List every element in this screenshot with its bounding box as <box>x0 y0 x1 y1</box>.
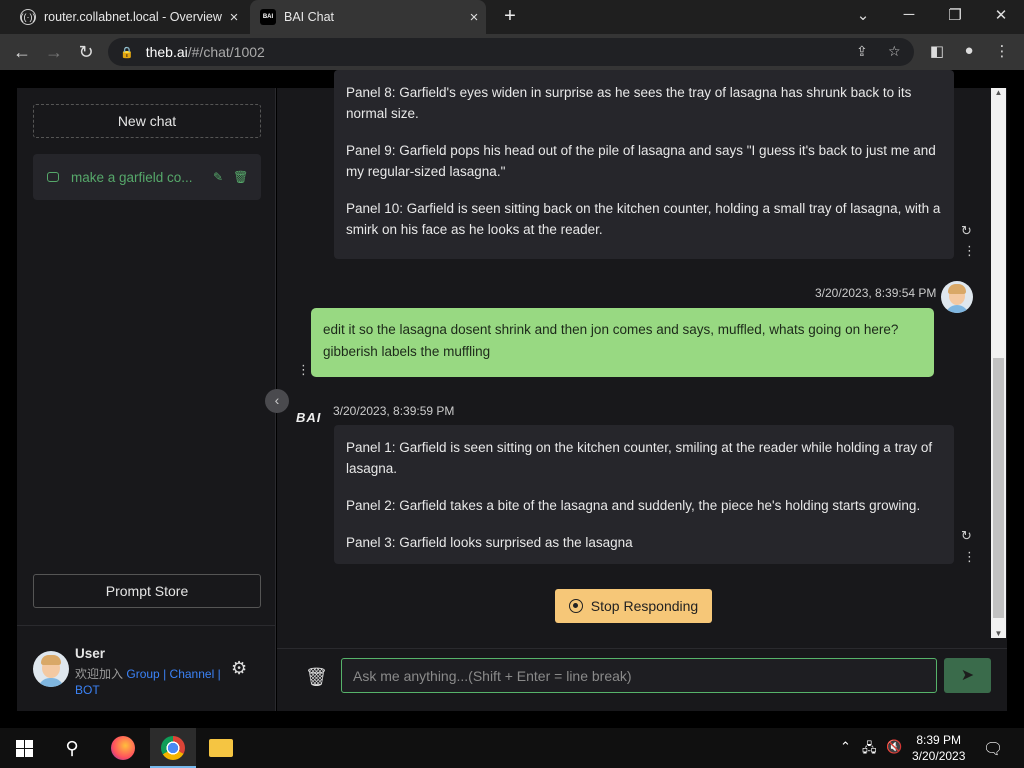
group-link[interactable]: Group <box>126 667 159 681</box>
clock-time: 8:39 PM <box>916 733 962 747</box>
send-button[interactable]: ➤ <box>944 658 991 693</box>
menu-kebab-icon[interactable]: ⋮ <box>992 42 1012 60</box>
page-viewport: New chat make a garfield co... ✎ 🗑 Promp… <box>0 70 1024 728</box>
bot-link[interactable]: BOT <box>75 683 100 697</box>
tab-search-dropdown-icon[interactable]: ⌄ <box>851 6 875 24</box>
chat-area: Panel 8: Garfield's eyes widen in surpri… <box>277 70 1007 711</box>
stop-circle-icon <box>568 599 583 613</box>
prompt-store-button[interactable]: Prompt Store <box>33 574 261 608</box>
delete-icon[interactable]: 🗑 <box>233 170 248 184</box>
scroll-down-icon[interactable]: ▼ <box>991 629 1006 638</box>
sidebar: New chat make a garfield co... ✎ 🗑 Promp… <box>17 88 276 711</box>
join-links: 欢迎加入 Group | Channel | BOT <box>75 667 221 697</box>
url-host: theb.ai <box>145 44 188 60</box>
tab-router-overview[interactable]: ((·)) router.collabnet.local - Overview … <box>8 0 246 34</box>
channel-link[interactable]: Channel <box>170 667 215 681</box>
assistant-message: Panel 1: Garfield is seen sitting on the… <box>334 425 954 564</box>
message-timestamp: 3/20/2023, 8:39:59 PM <box>333 404 455 418</box>
url-path: /#/chat/1002 <box>187 44 265 60</box>
chat-title: make a garfield co... <box>71 169 193 185</box>
scrollbar-thumb[interactable] <box>993 358 1004 618</box>
bai-favicon-icon: BAI <box>260 9 276 25</box>
browser-toolbar: ← → ↻ 🔒 theb.ai /#/chat/1002 ⇪ ☆ ◧ ● ⋮ <box>0 34 1024 70</box>
regenerate-icon[interactable]: ↻ <box>961 223 972 239</box>
chrome-icon[interactable] <box>161 736 185 760</box>
clock-date: 3/20/2023 <box>912 749 966 763</box>
bai-avatar: BAI <box>296 410 322 425</box>
input-row: 🗑 ➤ <box>277 648 1007 711</box>
stop-responding-button[interactable]: Stop Responding <box>555 589 712 623</box>
minimize-button[interactable]: ─ <box>897 6 921 23</box>
tab-close-icon[interactable]: × <box>462 9 486 26</box>
address-bar[interactable]: 🔒 theb.ai /#/chat/1002 ⇪ ☆ <box>108 38 914 66</box>
chat-input[interactable] <box>341 658 937 693</box>
chat-scrollbar[interactable]: ▲ ▼ <box>991 88 1006 638</box>
system-clock[interactable]: 8:39 PM 3/20/2023 <box>912 732 965 764</box>
message-timestamp: 3/20/2023, 8:39:54 PM <box>815 286 937 300</box>
forward-arrow-icon[interactable]: → <box>43 42 65 63</box>
bookmark-star-icon[interactable]: ☆ <box>888 43 901 60</box>
user-avatar <box>33 651 69 687</box>
side-panel-icon[interactable]: ◧ <box>927 42 947 60</box>
lock-icon: 🔒 <box>120 46 134 59</box>
new-tab-button[interactable]: + <box>500 6 520 28</box>
browser-tab-strip: ((·)) router.collabnet.local - Overview … <box>0 0 1024 34</box>
chat-history-item[interactable]: make a garfield co... ✎ 🗑 <box>33 154 261 200</box>
file-explorer-icon[interactable] <box>209 736 233 760</box>
new-chat-button[interactable]: New chat <box>33 104 261 138</box>
chevron-up-icon[interactable]: ⌃ <box>840 739 851 755</box>
windows-taskbar: ⚲ ⌃ 🖧 🔇 8:39 PM 3/20/2023 🗨 <box>0 728 1024 768</box>
regenerate-icon[interactable]: ↻ <box>961 528 972 544</box>
windows-start-icon[interactable] <box>12 736 36 760</box>
message-paragraph: Panel 1: Garfield is seen sitting on the… <box>346 440 933 476</box>
tab-title: BAI Chat <box>284 10 335 24</box>
stop-responding-label: Stop Responding <box>590 598 699 614</box>
profile-icon[interactable]: ● <box>959 42 979 59</box>
restore-button[interactable]: ❐ <box>943 6 967 24</box>
edit-icon[interactable]: ✎ <box>213 170 223 184</box>
message-paragraph: Panel 10: Garfield is seen sitting back … <box>346 201 941 237</box>
user-message-avatar <box>941 281 973 313</box>
router-favicon-icon: ((·)) <box>20 9 36 25</box>
message-paragraph: Panel 8: Garfield's eyes widen in surpri… <box>346 85 912 121</box>
notification-icon[interactable]: 🗨 <box>983 739 1003 759</box>
assistant-message: Panel 8: Garfield's eyes widen in surpri… <box>334 70 954 259</box>
clear-chat-trash-icon[interactable]: 🗑 <box>305 667 328 688</box>
share-icon[interactable]: ⇪ <box>856 43 868 60</box>
chat-bubble-icon <box>47 172 59 182</box>
scroll-up-icon[interactable]: ▲ <box>991 88 1006 97</box>
message-menu-icon[interactable]: ⋮ <box>963 243 976 259</box>
collapse-sidebar-button[interactable]: ‹ <box>265 389 289 413</box>
message-paragraph: Panel 9: Garfield pops his head out of t… <box>346 143 936 179</box>
tab-close-icon[interactable]: × <box>222 9 246 26</box>
back-arrow-icon[interactable]: ← <box>11 42 33 63</box>
message-menu-icon[interactable]: ⋮ <box>963 549 976 565</box>
join-text: 欢迎加入 <box>75 667 124 681</box>
user-name: User <box>75 646 106 661</box>
close-window-button[interactable]: ✕ <box>989 6 1013 24</box>
tab-bai-chat[interactable]: BAI BAI Chat × <box>250 0 486 34</box>
message-paragraph: Panel 3: Garfield looks surprised as the… <box>346 535 633 550</box>
firefox-icon[interactable] <box>111 736 135 760</box>
settings-gear-icon[interactable]: ⚙ <box>231 658 247 679</box>
tab-title: router.collabnet.local - Overview <box>44 10 222 24</box>
reload-icon[interactable]: ↻ <box>75 42 97 63</box>
message-paragraph: Panel 2: Garfield takes a bite of the la… <box>346 498 921 513</box>
network-icon[interactable]: 🖧 <box>862 739 877 761</box>
volume-muted-icon[interactable]: 🔇 <box>886 739 902 755</box>
search-icon[interactable]: ⚲ <box>60 736 84 760</box>
user-panel: User 欢迎加入 Group | Channel | BOT ⚙ <box>17 625 276 711</box>
message-menu-icon[interactable]: ⋮ <box>297 362 310 378</box>
user-message: edit it so the lasagna dosent shrink and… <box>311 308 934 377</box>
